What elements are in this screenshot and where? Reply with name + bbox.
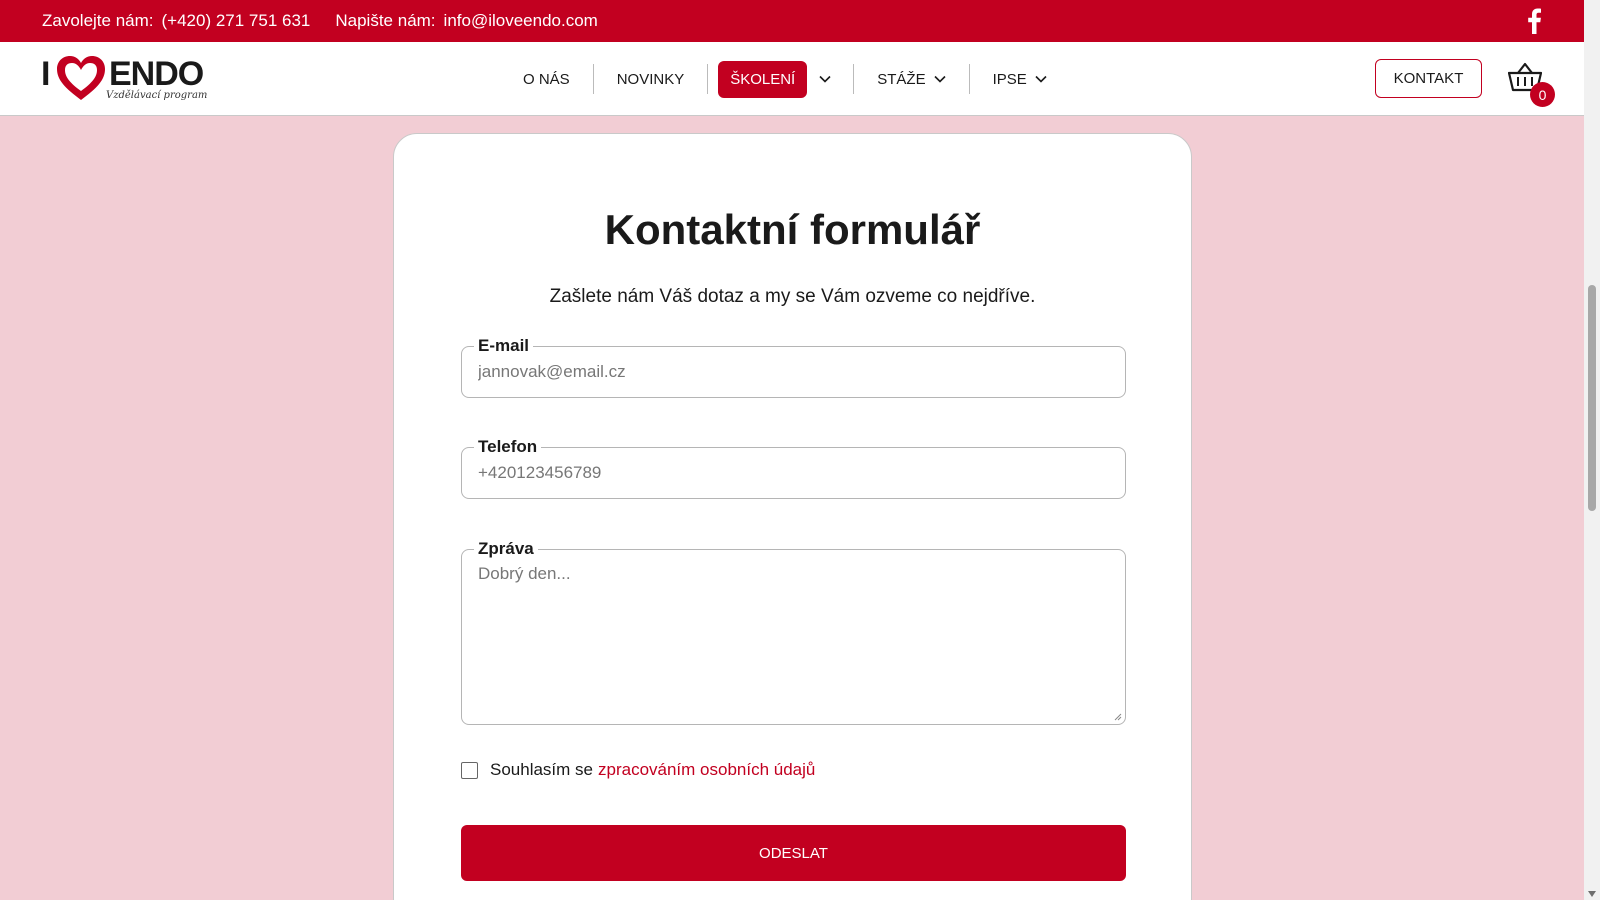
nav-item-skoleni[interactable]: Školení [718, 60, 808, 98]
logo-tagline: Vzdělávací program [106, 90, 208, 101]
chevron-down-icon [819, 75, 831, 83]
chevron-down-icon [1035, 75, 1047, 83]
facebook-icon[interactable] [1526, 8, 1542, 34]
logo-letter-i: I [41, 55, 51, 93]
site-logo[interactable]: I ENDO Vzdělávací program [41, 54, 216, 106]
nav-separator [968, 64, 970, 94]
message-label: Zpráva [474, 538, 538, 560]
phone-field[interactable] [462, 448, 1125, 498]
nav-item-label: Novinky [616, 70, 685, 88]
page-scrollbar[interactable] [1584, 0, 1600, 900]
nav-item-o-nas[interactable]: O nás [510, 60, 583, 98]
email-field-wrapper: E-mail [461, 335, 1126, 398]
skoleni-dropdown-toggle[interactable] [807, 75, 831, 83]
contact-button[interactable]: Kontakt [1375, 59, 1482, 98]
consent-text: Souhlasím se [490, 760, 593, 779]
nav-item-label: Školení [730, 70, 796, 88]
phone-label: Telefon [474, 436, 542, 458]
scrollbar-thumb[interactable] [1588, 285, 1596, 511]
phone-contact: Zavolejte nám: (+420) 271 751 631 [42, 11, 310, 31]
message-field-wrapper: Zpráva [461, 538, 1126, 725]
scroll-down-arrow-icon[interactable] [1588, 891, 1596, 897]
logo-brand: ENDO [109, 55, 204, 93]
email-contact: Napište nám: info@iloveendo.com [335, 11, 597, 31]
form-subtitle: Zašlete nám Váš dotaz a my se Vám ozveme… [549, 286, 1036, 307]
main-nav: O nás Novinky Školení Stáže IPSE [510, 60, 1060, 98]
heart-icon [57, 56, 105, 100]
phone-link[interactable]: (+420) 271 751 631 [162, 11, 311, 31]
consent-row: Souhlasím se zpracováním osobních údajů [461, 760, 815, 780]
resize-handle-icon[interactable] [1114, 713, 1122, 721]
nav-item-ipse[interactable]: IPSE [980, 60, 1060, 98]
privacy-policy-link[interactable]: zpracováním osobních údajů [598, 760, 815, 780]
email-link[interactable]: info@iloveendo.com [444, 11, 598, 31]
main-header: I ENDO Vzdělávací program O nás Novinky … [0, 42, 1584, 116]
contact-form-card: Kontaktní formulář Zašlete nám Váš dotaz… [393, 133, 1192, 900]
email-label: E-mail [474, 335, 534, 357]
nav-item-label: O nás [523, 70, 570, 88]
cart-count-badge: 0 [1530, 82, 1555, 107]
nav-separator [853, 64, 855, 94]
call-label: Zavolejte nám: [42, 11, 154, 30]
form-title: Kontaktní formulář [604, 206, 981, 253]
nav-item-novinky[interactable]: Novinky [604, 60, 698, 98]
nav-item-staze[interactable]: Stáže [864, 60, 958, 98]
phone-field-wrapper: Telefon [461, 436, 1126, 499]
top-contact-bar: Zavolejte nám: (+420) 271 751 631 Napišt… [0, 0, 1584, 42]
chevron-down-icon [934, 75, 946, 83]
submit-button[interactable]: Odeslat [461, 825, 1126, 881]
nav-separator [592, 64, 594, 94]
nav-separator [707, 64, 709, 94]
write-label: Napište nám: [335, 11, 436, 30]
message-field[interactable] [462, 550, 1125, 722]
cart-button[interactable]: 0 [1508, 60, 1560, 107]
email-field[interactable] [462, 347, 1125, 397]
consent-checkbox[interactable] [461, 761, 478, 779]
nav-item-label: Stáže [877, 70, 926, 88]
nav-item-label: IPSE [992, 70, 1027, 88]
